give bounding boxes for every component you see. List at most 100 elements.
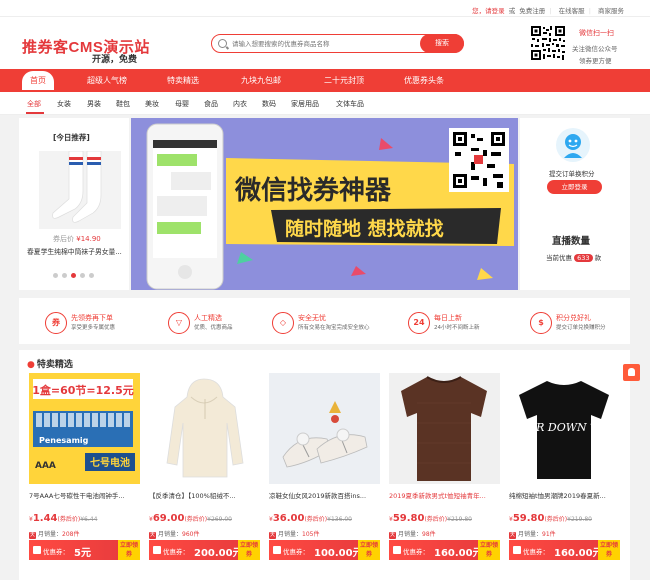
carousel-dot[interactable] — [62, 273, 67, 278]
get-coupon-button[interactable]: 立即领券 — [478, 540, 500, 560]
register-link[interactable]: 免费注册 — [519, 7, 545, 15]
get-coupon-button[interactable]: 立即领券 — [598, 540, 620, 560]
get-coupon-button[interactable]: 立即领券 — [238, 540, 260, 560]
today-price-value: ¥14.90 — [76, 235, 101, 243]
product-price-label: (券后价) — [304, 516, 328, 523]
coupon-icon: 券 — [45, 312, 67, 334]
banner-title: 微信找券神器 — [234, 175, 392, 206]
feedback-icon[interactable] — [623, 364, 640, 381]
feature-title: 积分兑好礼 — [556, 314, 591, 322]
coupon-amount: 200.00元 — [194, 548, 243, 559]
product-price-label: (券后价) — [544, 516, 568, 523]
product-card[interactable]: TEAR DOWN THE 纯棉短袖t恤男潮牌2019春夏新... ¥59.80… — [509, 373, 620, 580]
nav-item-nine[interactable]: 九块九包邮 — [241, 69, 281, 92]
product-name[interactable]: 凉鞋女仙女风2019新款百搭ins... — [269, 490, 380, 500]
nav-item-twenty[interactable]: 二十元封顶 — [324, 69, 364, 92]
sales-label: 月销量： — [38, 531, 63, 538]
carousel-dot-active[interactable] — [71, 273, 76, 278]
product-card[interactable]: 凉鞋女仙女风2019新款百搭ins... ¥36.00(券后价)¥136.00 … — [269, 373, 380, 580]
sales-label: 月销量： — [518, 531, 543, 538]
get-coupon-button[interactable]: 立即领券 — [118, 540, 140, 560]
search-button[interactable]: 搜索 — [420, 34, 464, 53]
product-name[interactable]: 2019夏季新款男式t恤短袖青年... — [389, 490, 500, 500]
user-avatar-icon[interactable] — [556, 128, 590, 162]
nav-item-popular[interactable]: 超级人气榜 — [87, 69, 127, 92]
top-bar: 您，请登录 或 免费注册 | 在线客服 | 商家服务 — [0, 0, 650, 17]
nav-item-home[interactable]: 首页 — [22, 71, 54, 90]
sales-count: 91件 — [542, 531, 556, 538]
category-beauty[interactable]: 美妆 — [145, 99, 159, 109]
header: 推券客CMS演示站 开源，免费 搜索 微信扫一扫 关注微信公众号 领券更方便 — [0, 17, 650, 69]
product-card[interactable]: 【反季清仓】【100%貂绒不... ¥69.00(券后价)¥269.00 天月销… — [149, 373, 260, 580]
category-digital[interactable]: 数码 — [262, 99, 276, 109]
carousel-dot[interactable] — [89, 273, 94, 278]
ticket-icon — [393, 546, 401, 554]
product-price: ¥69.00(券后价)¥269.00 — [149, 513, 232, 524]
section-title-text: 特卖精选 — [36, 360, 73, 370]
login-button[interactable]: 立即登录 — [547, 180, 602, 194]
coupon-bar[interactable]: 优惠券： 160.00元 立即领券 — [509, 540, 620, 560]
product-card[interactable]: 2019夏季新款男式t恤短袖青年... ¥59.80(券后价)¥219.80 天… — [389, 373, 500, 580]
sales-label: 月销量： — [158, 531, 183, 538]
coupon-bar[interactable]: 优惠券： 100.00元 立即领券 — [269, 540, 380, 560]
flame-icon: ● — [27, 360, 35, 370]
carousel-dot[interactable] — [80, 273, 85, 278]
coupon-label: 优惠券： — [283, 548, 309, 556]
today-product-name[interactable]: 春夏学生纯棉中筒袜子男女量... — [27, 246, 122, 256]
category-home[interactable]: 家居用品 — [291, 99, 319, 109]
coupon-bar[interactable]: 优惠券： 200.00元 立即领券 — [149, 540, 260, 560]
exchange-points-text: 提交订单换积分 — [549, 170, 595, 178]
category-women[interactable]: 女装 — [57, 99, 71, 109]
product-image[interactable]: TEAR DOWN THE — [509, 373, 620, 484]
category-shoes-bags[interactable]: 鞋包 — [116, 99, 130, 109]
product-image[interactable]: 1盒=60节=12.5元 Penesamig 七号电池 AAA — [29, 373, 140, 484]
online-service-link[interactable]: 在线客服 — [559, 7, 585, 15]
site-slogan: 开源，免费 — [92, 54, 138, 64]
login-link[interactable]: 您，请登录 — [472, 7, 505, 15]
filter-icon: ▽ — [168, 312, 190, 334]
product-name[interactable]: 【反季清仓】【100%貂绒不... — [149, 490, 260, 500]
coupon-label: 优惠券： — [163, 548, 189, 556]
merchant-link[interactable]: 商家服务 — [598, 7, 624, 15]
promo-banner[interactable]: 微信找券神器 随时随地 想找就找 — [131, 118, 518, 290]
coupon-bar[interactable]: 优惠券： 5元 立即领券 — [29, 540, 140, 560]
wechat-title: 微信扫一扫 — [579, 29, 614, 37]
category-all[interactable]: 全部 — [27, 99, 41, 109]
coupon-amount: 160.00元 — [554, 548, 603, 559]
tmall-icon: 天 — [269, 532, 276, 539]
product-sales: 天月销量：91件 — [509, 529, 556, 539]
feature-desc: 提交订单兑换赚积分 — [556, 325, 606, 331]
category-baby[interactable]: 母婴 — [175, 99, 189, 109]
product-image[interactable] — [389, 373, 500, 484]
category-sports-car[interactable]: 文体车品 — [336, 99, 364, 109]
product-price-value: 59.80 — [392, 513, 425, 524]
product-sales: 天月销量：960件 — [149, 529, 199, 539]
live-count-suffix: 款 — [594, 254, 602, 262]
category-active-underline — [26, 112, 44, 114]
product-name[interactable]: 7号AAA七号碳性干电池闹钟手... — [29, 490, 140, 500]
product-name[interactable]: 纯棉短袖t恤男潮牌2019春夏新... — [509, 490, 620, 500]
product-image[interactable] — [269, 373, 380, 484]
today-title: [今日推荐] — [53, 133, 90, 142]
sales-count: 98件 — [422, 531, 436, 538]
product-original-price: ¥6.44 — [80, 516, 98, 523]
carousel-dot[interactable] — [53, 273, 58, 278]
section-title: ● 特卖精选 — [27, 357, 73, 370]
coupon-bar[interactable]: 优惠券： 160.00元 立即领券 — [389, 540, 500, 560]
coupon-amount: 160.00元 — [434, 548, 483, 559]
product-price: ¥59.80(券后价)¥219.80 — [389, 513, 472, 524]
live-count-number: 633 — [574, 254, 593, 262]
today-product-image[interactable] — [39, 151, 121, 229]
product-price-label: (券后价) — [184, 516, 208, 523]
clock-24-icon: 24 — [408, 312, 430, 334]
product-card[interactable]: 1盒=60节=12.5元 Penesamig 七号电池 AAA 7号AAA七号碳… — [29, 373, 140, 580]
nav-item-special[interactable]: 特卖精选 — [167, 69, 199, 92]
category-men[interactable]: 男装 — [87, 99, 101, 109]
category-underwear[interactable]: 内衣 — [233, 99, 247, 109]
product-image[interactable] — [149, 373, 260, 484]
search-input[interactable] — [232, 37, 402, 50]
get-coupon-button[interactable]: 立即领券 — [358, 540, 380, 560]
product-price-value: 59.80 — [512, 513, 545, 524]
nav-item-coupon-news[interactable]: 优惠券头条 — [404, 69, 444, 92]
category-food[interactable]: 食品 — [204, 99, 218, 109]
